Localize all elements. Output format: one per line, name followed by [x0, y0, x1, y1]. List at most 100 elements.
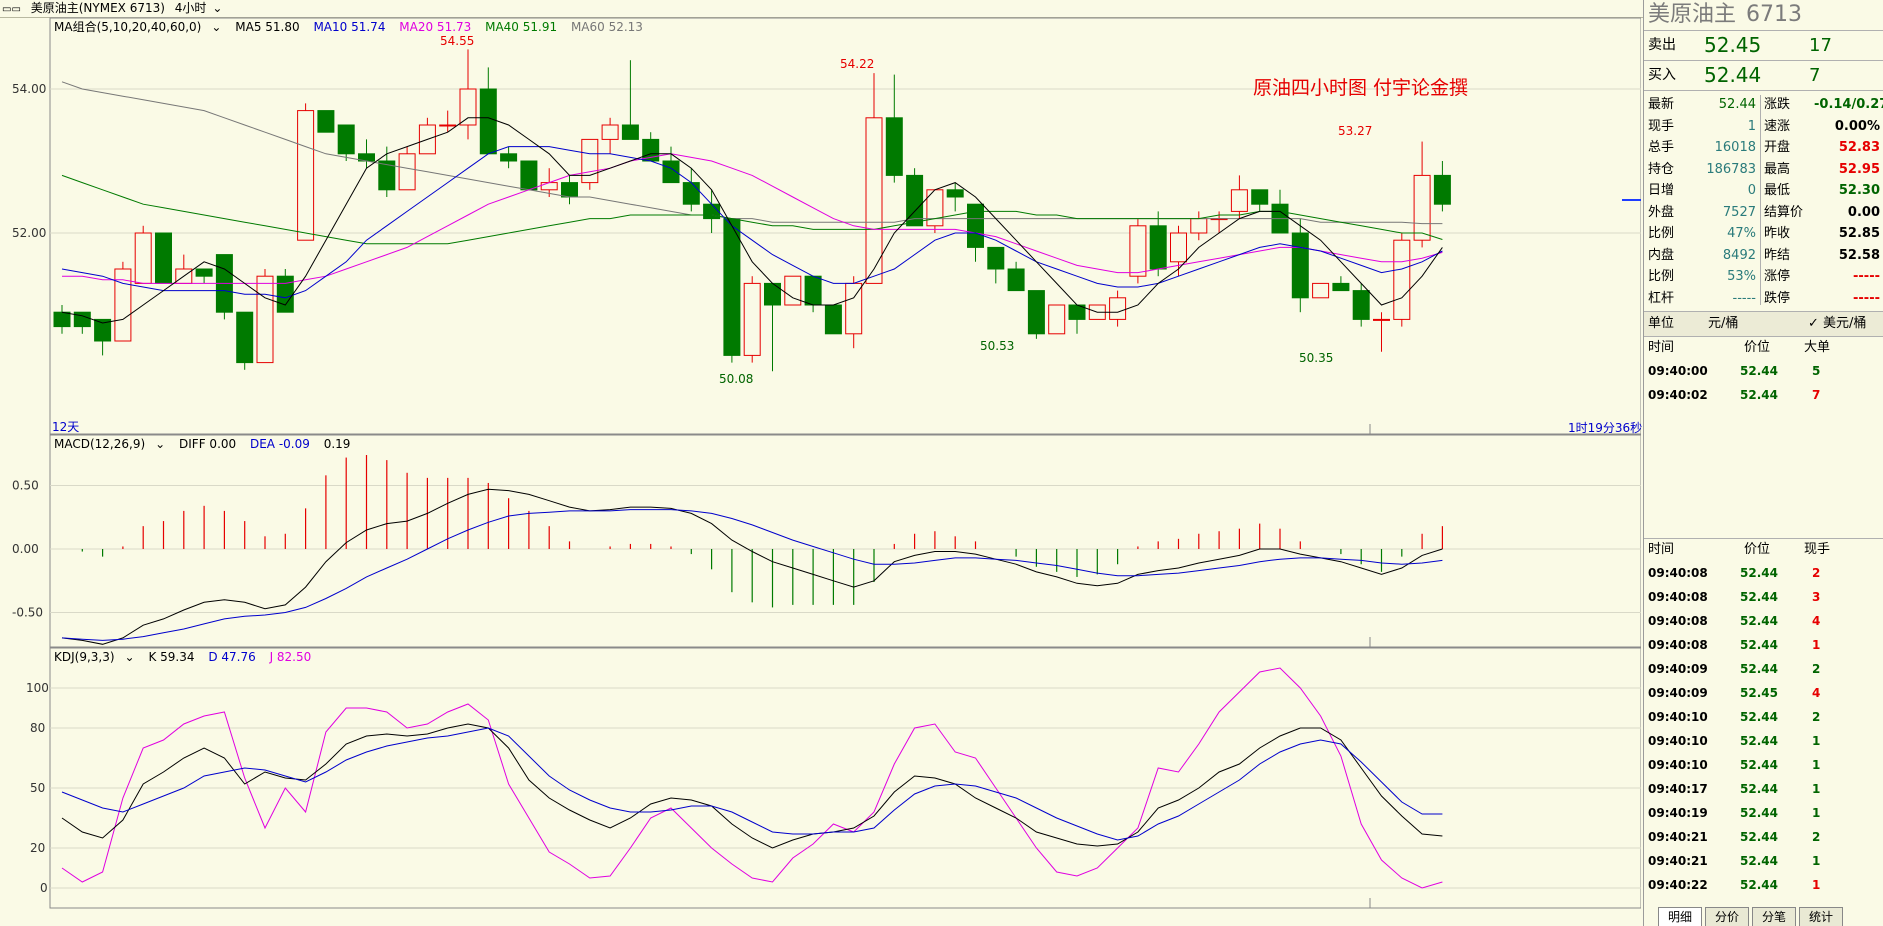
tick-row: 09:40:19 52.44 1: [1644, 801, 1883, 825]
stat-label: 开盘: [1764, 140, 1791, 155]
candle-body: [987, 246, 1005, 270]
tick-row: 09:40:10 52.44 2: [1644, 705, 1883, 729]
macd-label[interactable]: MACD(12,26,9): [54, 437, 145, 451]
volume-cell: 4: [1812, 614, 1821, 628]
tick-row: 09:40:08 52.44 3: [1644, 585, 1883, 609]
macd-legend[interactable]: MACD(12,26,9) ⌄ DIFF 0.00 DEA -0.09 0.19: [54, 437, 360, 451]
chart-annotation: 原油四小时图 付宇论金撰: [1253, 77, 1469, 99]
stat-label: 总手: [1648, 140, 1675, 155]
candle-body: [236, 311, 254, 364]
stat-value: 53%: [1727, 269, 1756, 284]
price-mark-low3: 50.35: [1299, 351, 1334, 365]
chevron-down-icon: ⌄: [212, 1, 223, 15]
quote-stats: 最新 52.44 涨跌 -0.14/0.27% 现手 1 速涨 0.00% 总手 16018 开盘 5…: [1644, 91, 1883, 312]
price-cell: 52.45: [1740, 686, 1778, 700]
time-cell: 09:40:08: [1648, 566, 1708, 580]
candle-body: [500, 153, 518, 162]
price-axis-label: 52.00: [12, 226, 46, 240]
candle-body: [1352, 290, 1370, 320]
candle-body: [1251, 189, 1269, 205]
kdj-legend[interactable]: KDJ(9,3,3) ⌄ K 59.34 D 47.76 J 82.50: [54, 650, 321, 664]
tab-tick[interactable]: 分笔: [1752, 907, 1796, 926]
unit-value: 元/桶: [1708, 316, 1739, 331]
price-cell: 52.44: [1740, 758, 1778, 772]
unit-label: 单位: [1648, 316, 1675, 331]
candle-body: [439, 124, 457, 127]
period-selector[interactable]: 4小时 ⌄: [175, 1, 229, 15]
time-cell: 09:40:19: [1648, 806, 1708, 820]
buy-volume: 7: [1809, 65, 1821, 86]
time-cell: 09:40:08: [1648, 638, 1708, 652]
stat-label: 结算价: [1764, 204, 1804, 220]
stat-value: 52.85: [1838, 226, 1880, 241]
candle-body: [621, 124, 639, 140]
candle-body: [398, 153, 416, 191]
volume-cell: 1: [1812, 758, 1821, 772]
price-cell: 52.44: [1740, 566, 1778, 580]
check-icon: ✓: [1808, 316, 1824, 331]
big-order-table: 时间 价位 大单 09:40:00 52.44 5 09:40:02 52.44 7: [1644, 337, 1883, 539]
tick-row: 09:40:08 52.44 2: [1644, 561, 1883, 585]
chevron-down-icon: ⌄: [124, 650, 135, 664]
candle-body: [682, 182, 700, 205]
stat-value: 52.58: [1838, 247, 1880, 263]
kline-chart[interactable]: 54.0052.000.500.00-0.5010080502002018/11…: [0, 17, 1641, 909]
candle-body: [479, 88, 497, 155]
d-line: [61, 727, 1443, 841]
kdj-axis-label: 20: [30, 841, 45, 855]
tab-price[interactable]: 分价: [1705, 907, 1749, 926]
price-mark-low2: 50.53: [980, 339, 1015, 353]
stat-label: 最高: [1764, 161, 1791, 177]
price-mark-high3: 53.27: [1338, 124, 1373, 138]
price-cell: 52.44: [1740, 830, 1778, 844]
stat-label: 外盘: [1648, 204, 1675, 220]
time-cell: 09:40:22: [1648, 878, 1708, 892]
buy-row: 买入 52.44 7: [1644, 61, 1883, 91]
j-line: [61, 667, 1443, 889]
usd-unit-toggle[interactable]: ✓ 美元/桶: [1808, 312, 1866, 336]
corner-right: 1时19分36秒: [1568, 421, 1643, 435]
stat-value: 52.44: [1718, 97, 1756, 112]
volume-cell: 2: [1812, 662, 1821, 676]
ma60-value: MA60 52.13: [570, 20, 643, 34]
tab-detail[interactable]: 明细: [1658, 907, 1702, 926]
candle-body: [1291, 232, 1309, 299]
chevron-down-icon: ⌄: [155, 437, 166, 451]
time-cell: 09:40:08: [1648, 590, 1708, 604]
stat-value: 0.00%: [1834, 118, 1880, 134]
kdj-label[interactable]: KDJ(9,3,3): [54, 650, 115, 664]
candle-body: [561, 182, 578, 198]
candle-body: [1413, 174, 1431, 241]
candle-body: [1230, 189, 1248, 212]
ma-legend[interactable]: MA组合(5,10,20,40,60,0) ⌄ MA5 51.80 MA10 51…: [54, 18, 653, 35]
macd-axis-label: -0.50: [12, 606, 43, 620]
candle-body: [1149, 225, 1167, 270]
stat-label: 杠杆: [1648, 290, 1675, 306]
stat-label: 涨跌: [1764, 97, 1791, 112]
stat-value: 186783: [1706, 161, 1756, 177]
time-cell: 09:40:09: [1648, 662, 1708, 676]
tick-row: 09:40:08 52.44 1: [1644, 633, 1883, 657]
big-order-header: 时间 价位 大单: [1644, 337, 1883, 359]
candle-body: [1129, 225, 1147, 277]
stat-value: 16018: [1714, 140, 1756, 155]
sell-volume: 17: [1809, 35, 1832, 56]
volume-cell: 1: [1812, 734, 1821, 748]
candle-body: [1048, 304, 1066, 335]
candle-body: [1332, 282, 1350, 292]
tick-row: 09:40:21 52.44 2: [1644, 825, 1883, 849]
price-cell: 52.44: [1740, 710, 1778, 724]
price-cell: 52.44: [1740, 782, 1778, 796]
stat-value: 52.95: [1838, 161, 1880, 177]
volume-cell: 3: [1812, 590, 1821, 604]
price-cell: 52.44: [1740, 806, 1778, 820]
stat-label: 比例: [1648, 226, 1675, 241]
candle-body: [276, 275, 294, 313]
candle-body: [885, 117, 903, 176]
stat-value: -----: [1853, 269, 1880, 284]
stats-divider: [1760, 95, 1761, 305]
ma-label[interactable]: MA组合(5,10,20,40,60,0): [54, 20, 201, 34]
tab-stats[interactable]: 统计: [1799, 907, 1843, 926]
d-value: D 47.76: [208, 650, 256, 664]
candle-body: [1027, 290, 1045, 335]
